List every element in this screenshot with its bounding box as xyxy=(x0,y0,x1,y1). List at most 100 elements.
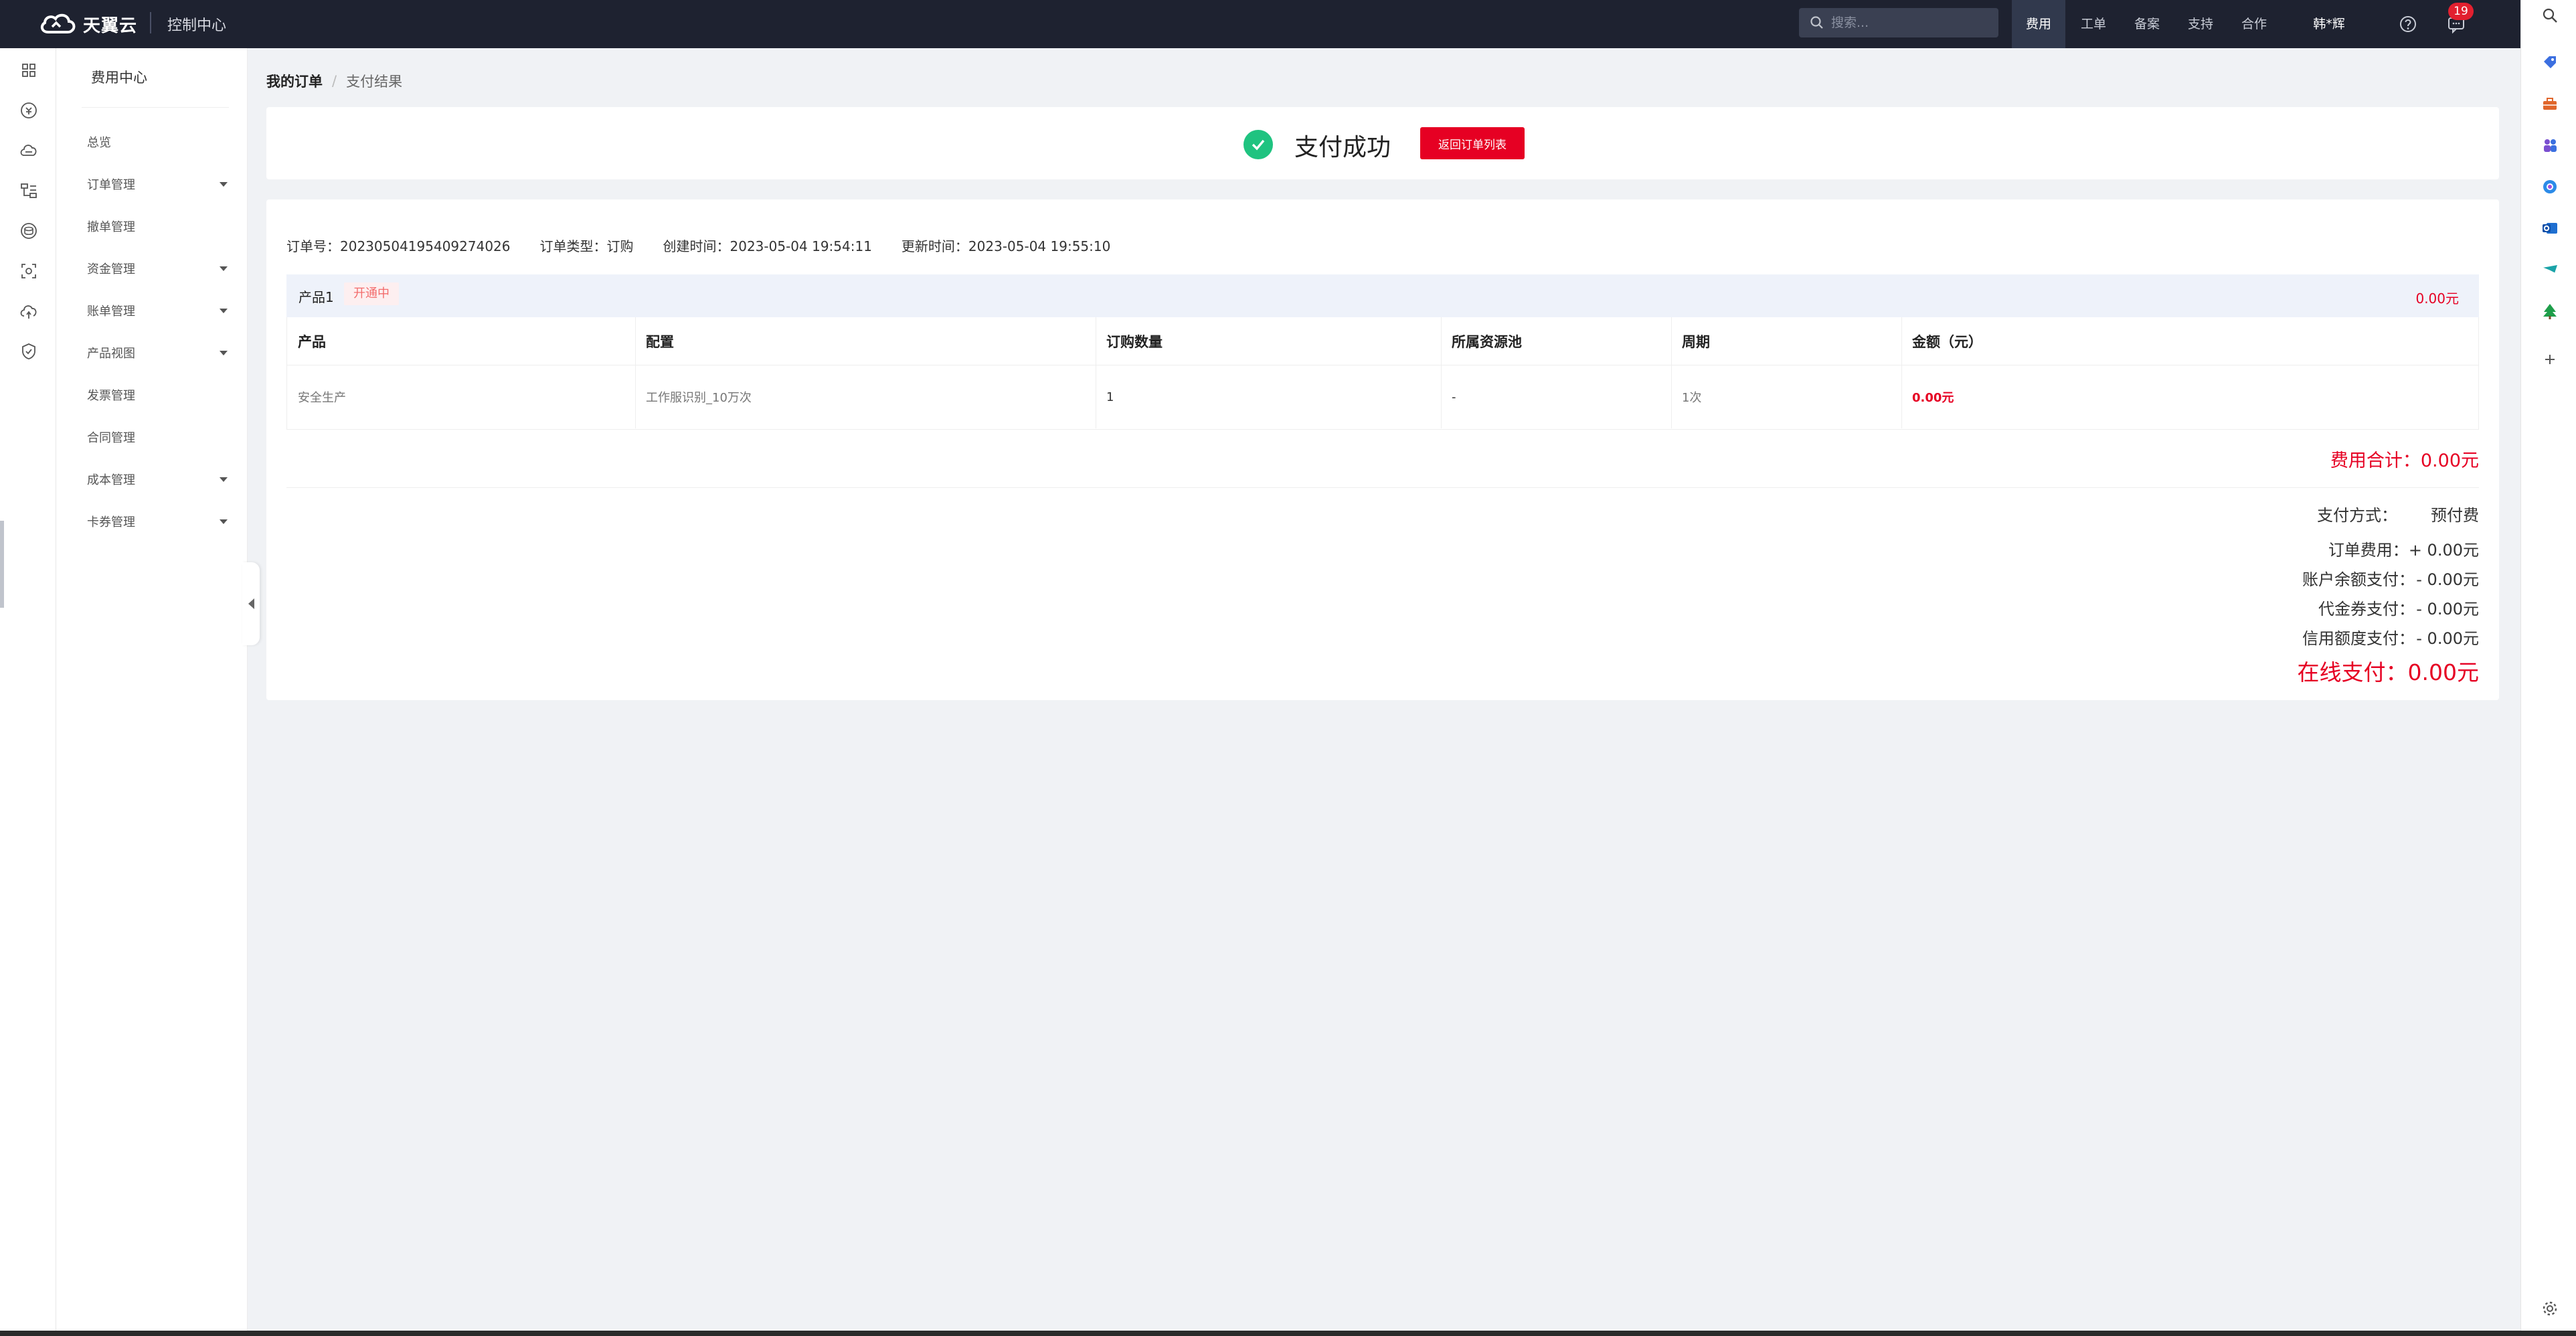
collapse-menu-button[interactable] xyxy=(242,562,260,645)
order-created-time: 创建时间：2023-05-04 19:54:11 xyxy=(663,238,872,254)
credit-payment-row: 信用额度支付： - 0.00元 xyxy=(2182,625,2479,649)
column-divider xyxy=(1441,317,1442,428)
column-divider xyxy=(1901,317,1902,428)
rail-scroll-marker[interactable] xyxy=(0,521,4,608)
topnav-partner[interactable]: 合作 xyxy=(2227,0,2281,48)
user-name[interactable]: 韩*辉 xyxy=(2296,0,2363,48)
menu-item-coupons[interactable]: 卡券管理 xyxy=(87,508,230,535)
brand-logo[interactable]: 天翼云 xyxy=(39,9,137,39)
product-amount: 0.00元 xyxy=(2415,290,2459,307)
table-cell-amount: 0.00元 xyxy=(1912,391,1954,405)
back-to-order-list-button[interactable]: 返回订单列表 xyxy=(1420,127,1525,159)
payment-method-value: 预付费 xyxy=(2431,506,2479,525)
search-input[interactable] xyxy=(1831,15,1985,30)
table-header-quantity: 订购数量 xyxy=(1096,317,1441,365)
caret-down-icon xyxy=(220,477,228,482)
grid-icon[interactable] xyxy=(19,60,39,80)
menu-item-label: 资金管理 xyxy=(87,262,135,276)
menu-item-label: 发票管理 xyxy=(87,389,135,403)
column-divider xyxy=(1671,317,1672,428)
breadcrumb: 我的订单 / 支付结果 xyxy=(266,71,402,91)
breadcrumb-separator: / xyxy=(332,73,337,89)
table-header-config: 配置 xyxy=(635,317,1096,365)
tree-app-icon[interactable] xyxy=(2540,301,2560,321)
search-icon[interactable] xyxy=(2540,5,2560,25)
breadcrumb-payment-result: 支付结果 xyxy=(346,74,403,90)
credit-payment-value: - 0.00元 xyxy=(2416,629,2479,648)
outlook-app-icon[interactable] xyxy=(2540,218,2560,238)
topnav-fee[interactable]: 费用 xyxy=(2012,0,2065,48)
add-icon[interactable] xyxy=(2540,349,2560,369)
menu-divider xyxy=(82,107,229,108)
console-title[interactable]: 控制中心 xyxy=(167,13,226,35)
table-header-product: 产品 xyxy=(287,317,635,365)
order-items-table: 产品 配置 订购数量 所属资源池 周期 金额（元） 安全生产 工作服识别_10万… xyxy=(286,317,2479,430)
network-icon[interactable] xyxy=(19,181,39,201)
menu-title: 费用中心 xyxy=(91,70,147,86)
settings-gear-icon[interactable] xyxy=(2540,1299,2560,1319)
product-header-bar xyxy=(286,274,2479,317)
people-app-icon[interactable] xyxy=(2540,135,2560,155)
menu-item-label: 订单管理 xyxy=(87,178,135,192)
menu-item-bills[interactable]: 账单管理 xyxy=(87,297,230,324)
menu-item-label: 成本管理 xyxy=(87,473,135,487)
menu-item-product-view[interactable]: 产品视图 xyxy=(87,339,230,366)
side-menu: 费用中心 总览 订单管理 撤单管理 资金管理 账单管理 产品视图 发票管理 合同… xyxy=(56,48,248,1331)
order-fee-row: 订单费用： + 0.00元 xyxy=(2182,537,2479,560)
icon-rail xyxy=(0,48,56,1331)
order-fee-value: + 0.00元 xyxy=(2408,541,2479,560)
online-payment-total: 在线支付：0.00元 xyxy=(2297,659,2479,685)
topnav-ticket[interactable]: 工单 xyxy=(2067,0,2120,48)
menu-item-overview[interactable]: 总览 xyxy=(87,129,230,155)
caret-down-icon xyxy=(220,519,228,524)
shield-icon[interactable] xyxy=(19,341,39,361)
right-rail xyxy=(2520,0,2576,1331)
table-cell-period: 1次 xyxy=(1682,391,1702,405)
menu-item-cancellations[interactable]: 撤单管理 xyxy=(87,213,230,240)
copilot-app-icon[interactable] xyxy=(2540,177,2560,197)
cloud-upload-icon[interactable] xyxy=(19,301,39,321)
menu-item-contracts[interactable]: 合同管理 xyxy=(87,424,230,450)
product-name: 产品1 xyxy=(298,289,334,305)
menu-item-label: 撤单管理 xyxy=(87,220,135,234)
topnav-support[interactable]: 支持 xyxy=(2174,0,2227,48)
summary-divider xyxy=(286,487,2479,488)
cloud-logo-icon xyxy=(40,13,76,33)
cloud-server-icon[interactable] xyxy=(19,141,39,161)
menu-item-orders[interactable]: 订单管理 xyxy=(87,171,230,197)
table-header-amount: 金额（元） xyxy=(1901,317,2478,365)
tag-app-icon[interactable] xyxy=(2540,52,2560,72)
menu-item-costs[interactable]: 成本管理 xyxy=(87,466,230,493)
order-number: 订单号：20230504195409274026 xyxy=(286,238,511,254)
caret-down-icon xyxy=(220,350,228,355)
fee-total: 费用合计：0.00元 xyxy=(2330,450,2479,471)
table-cell-quantity: 1 xyxy=(1106,390,1114,404)
search-box[interactable] xyxy=(1799,8,1998,37)
toolbox-app-icon[interactable] xyxy=(2540,94,2560,114)
breadcrumb-my-orders[interactable]: 我的订单 xyxy=(266,71,323,91)
database-icon[interactable] xyxy=(19,221,39,241)
top-bar: 天翼云 控制中心 费用 工单 备案 支持 合作 韩*辉 19 xyxy=(0,0,2520,48)
caret-down-icon xyxy=(220,181,228,187)
collapse-left-icon xyxy=(248,598,254,609)
table-cell-resource-pool: - xyxy=(1452,390,1456,404)
caret-down-icon xyxy=(220,308,228,313)
menu-item-invoices[interactable]: 发票管理 xyxy=(87,382,230,408)
logo-divider xyxy=(150,12,151,33)
scan-icon[interactable] xyxy=(19,261,39,281)
voucher-payment-value: - 0.00元 xyxy=(2416,600,2479,618)
voucher-payment-row: 代金券支付： - 0.00元 xyxy=(2182,596,2479,619)
check-circle-icon xyxy=(1243,130,1273,159)
balance-payment-value: - 0.00元 xyxy=(2416,570,2479,589)
topnav-filing[interactable]: 备案 xyxy=(2120,0,2174,48)
billing-icon[interactable] xyxy=(19,100,39,120)
table-header-period: 周期 xyxy=(1671,317,1901,365)
logo-text: 天翼云 xyxy=(83,15,138,36)
table-cell-product: 安全生产 xyxy=(298,391,346,405)
send-app-icon[interactable] xyxy=(2540,260,2560,280)
help-icon[interactable] xyxy=(2399,15,2417,33)
menu-item-funds[interactable]: 资金管理 xyxy=(87,255,230,282)
notification-badge: 19 xyxy=(2448,3,2474,20)
table-cell-config: 工作服识别_10万次 xyxy=(646,391,752,405)
caret-down-icon xyxy=(220,266,228,271)
